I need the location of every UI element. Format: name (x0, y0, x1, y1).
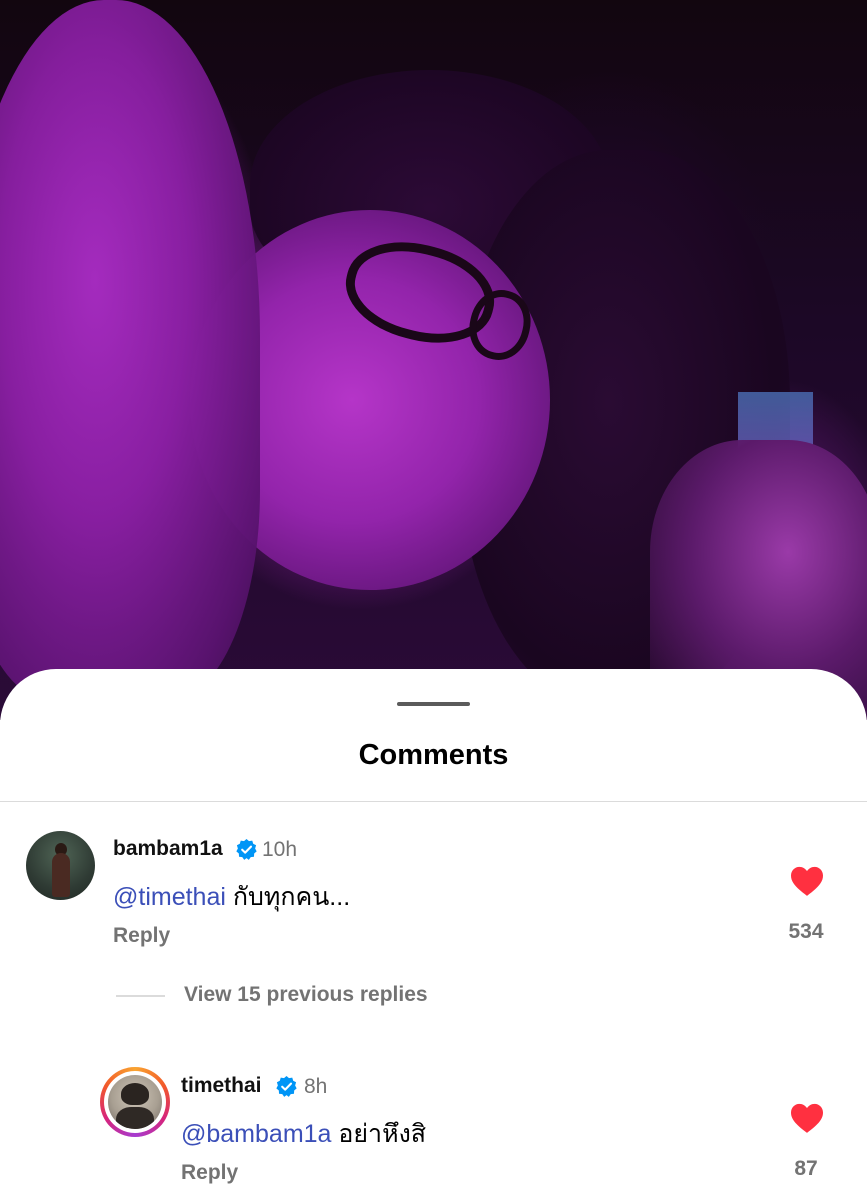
sheet-drag-handle[interactable] (397, 702, 470, 706)
comments-sheet: Comments bambam1a 10h @timethai กับทุกคน… (0, 669, 867, 1200)
reply-body: อย่าหึงสิ (331, 1120, 427, 1148)
comment-time: 10h (262, 838, 298, 861)
comment-username[interactable]: bambam1a (113, 837, 223, 861)
reply-text: @bambam1a อย่าหึงสิ (181, 1114, 426, 1154)
avatar-timethai (108, 1075, 162, 1129)
comment-body: กับทุกคน... (225, 883, 351, 911)
heart-filled-icon[interactable] (789, 1102, 825, 1134)
header-divider (0, 801, 867, 802)
verified-badge-icon (236, 838, 257, 860)
comment-mention[interactable]: @timethai (113, 883, 226, 911)
reply-time: 8h (304, 1075, 328, 1098)
reply-button[interactable]: Reply (113, 924, 170, 948)
like-count: 87 (794, 1157, 818, 1180)
like-count: 534 (788, 920, 824, 943)
view-replies-label: View 15 previous replies (184, 983, 428, 1006)
comment-text: @timethai กับทุกคน... (113, 877, 350, 917)
post-photo (0, 0, 867, 720)
avatar-timethai-story-ring[interactable] (100, 1067, 170, 1137)
avatar-bambam1a[interactable] (26, 831, 95, 900)
reply-username[interactable]: timethai (181, 1074, 262, 1098)
heart-filled-icon[interactable] (789, 865, 825, 897)
reply-mention[interactable]: @bambam1a (181, 1120, 331, 1148)
sheet-title: Comments (358, 739, 509, 771)
replies-thread-line (116, 995, 165, 997)
reply-button[interactable]: Reply (181, 1161, 238, 1185)
verified-badge-icon (276, 1075, 297, 1097)
